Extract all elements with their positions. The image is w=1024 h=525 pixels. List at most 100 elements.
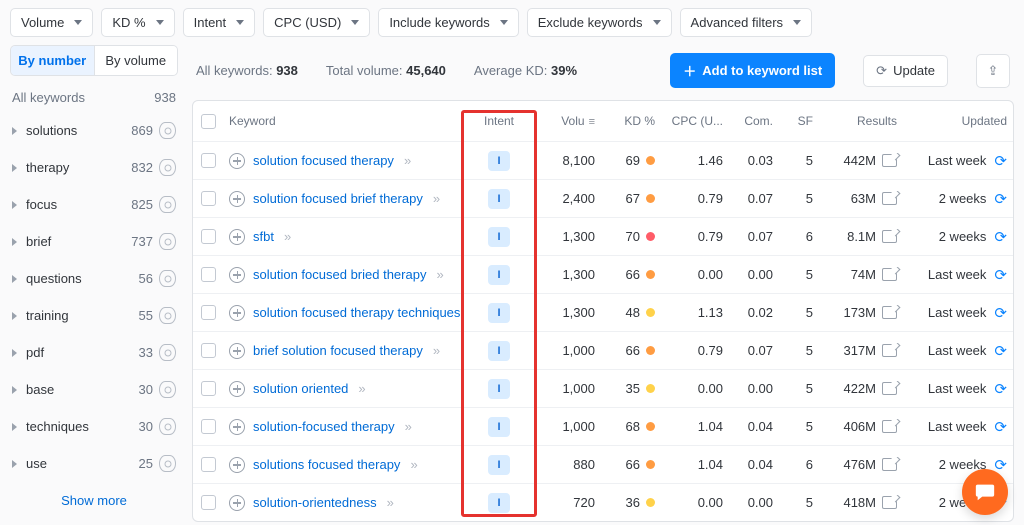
refresh-row-icon[interactable]: ⟳ <box>994 342 1007 360</box>
sidebar-group-base[interactable]: base30 <box>10 374 178 405</box>
intent-badge[interactable]: I <box>488 303 510 323</box>
filter-exclude-keywords[interactable]: Exclude keywords <box>527 8 672 37</box>
col-sf[interactable]: SF <box>779 114 819 128</box>
keyword-link[interactable]: solution-orientedness <box>253 495 377 510</box>
serp-icon[interactable] <box>882 458 897 471</box>
sidebar-group-brief[interactable]: brief737 <box>10 226 178 257</box>
intent-badge[interactable]: I <box>488 341 510 361</box>
sidebar-group-pdf[interactable]: pdf33 <box>10 337 178 368</box>
refresh-row-icon[interactable]: ⟳ <box>994 152 1007 170</box>
filter-volume[interactable]: Volume <box>10 8 93 37</box>
keyword-link[interactable]: solution focused therapy <box>253 153 394 168</box>
sidebar-group-solutions[interactable]: solutions869 <box>10 115 178 146</box>
open-icon[interactable]: » <box>404 153 408 168</box>
serp-icon[interactable] <box>882 230 897 243</box>
intent-badge[interactable]: I <box>488 493 510 513</box>
intent-badge[interactable]: I <box>488 417 510 437</box>
row-checkbox[interactable] <box>201 419 216 434</box>
select-all-checkbox[interactable] <box>201 114 216 129</box>
refresh-row-icon[interactable]: ⟳ <box>994 266 1007 284</box>
col-intent[interactable]: Intent <box>469 114 529 128</box>
eye-icon[interactable] <box>159 381 176 398</box>
eye-icon[interactable] <box>159 307 176 324</box>
open-icon[interactable]: » <box>284 229 288 244</box>
eye-icon[interactable] <box>159 270 176 287</box>
show-more-link[interactable]: Show more <box>10 479 178 508</box>
serp-icon[interactable] <box>882 192 897 205</box>
expand-icon[interactable] <box>229 381 245 397</box>
eye-icon[interactable] <box>159 455 176 472</box>
toggle-by-volume[interactable]: By volume <box>95 46 178 75</box>
open-icon[interactable]: » <box>433 191 437 206</box>
serp-icon[interactable] <box>882 382 897 395</box>
row-checkbox[interactable] <box>201 381 216 396</box>
intent-badge[interactable]: I <box>488 227 510 247</box>
eye-icon[interactable] <box>159 233 176 250</box>
expand-icon[interactable] <box>229 343 245 359</box>
open-icon[interactable]: » <box>410 457 414 472</box>
expand-icon[interactable] <box>229 305 245 321</box>
keyword-cell[interactable]: solution focused bried therapy» <box>223 267 469 283</box>
keyword-link[interactable]: solution focused brief therapy <box>253 191 423 206</box>
sidebar-group-techniques[interactable]: techniques30 <box>10 411 178 442</box>
expand-icon[interactable] <box>229 267 245 283</box>
expand-icon[interactable] <box>229 419 245 435</box>
open-icon[interactable]: » <box>433 343 437 358</box>
keyword-cell[interactable]: solution focused brief therapy » <box>223 191 469 207</box>
row-checkbox[interactable] <box>201 305 216 320</box>
row-checkbox[interactable] <box>201 191 216 206</box>
refresh-row-icon[interactable]: ⟳ <box>994 418 1007 436</box>
keyword-link[interactable]: solution oriented <box>253 381 348 396</box>
open-icon[interactable]: » <box>436 267 440 282</box>
update-button[interactable]: ⟳ Update <box>863 55 948 87</box>
filter-intent[interactable]: Intent <box>183 8 256 37</box>
keyword-link[interactable]: brief solution focused therapy <box>253 343 423 358</box>
serp-icon[interactable] <box>882 306 897 319</box>
refresh-row-icon[interactable]: ⟳ <box>994 228 1007 246</box>
row-checkbox[interactable] <box>201 153 216 168</box>
eye-icon[interactable] <box>159 344 176 361</box>
filter-cpc-usd-[interactable]: CPC (USD) <box>263 8 370 37</box>
keyword-cell[interactable]: solution-orientedness » <box>223 495 469 511</box>
serp-icon[interactable] <box>882 154 897 167</box>
refresh-row-icon[interactable]: ⟳ <box>994 456 1007 474</box>
chat-launcher[interactable] <box>962 469 1008 515</box>
add-to-keyword-list-button[interactable]: ＋ Add to keyword list <box>670 53 835 88</box>
sidebar-group-focus[interactable]: focus825 <box>10 189 178 220</box>
keyword-link[interactable]: solution-focused therapy <box>253 419 395 434</box>
serp-icon[interactable] <box>882 268 897 281</box>
serp-icon[interactable] <box>882 344 897 357</box>
row-checkbox[interactable] <box>201 343 216 358</box>
serp-icon[interactable] <box>882 420 897 433</box>
expand-icon[interactable] <box>229 153 245 169</box>
row-checkbox[interactable] <box>201 229 216 244</box>
intent-badge[interactable]: I <box>488 455 510 475</box>
col-kd[interactable]: KD % <box>601 114 661 128</box>
eye-icon[interactable] <box>159 159 176 176</box>
col-results[interactable]: Results <box>819 114 903 128</box>
eye-icon[interactable] <box>159 196 176 213</box>
open-icon[interactable]: » <box>387 495 391 510</box>
sidebar-group-training[interactable]: training55 <box>10 300 178 331</box>
col-com[interactable]: Com. <box>729 114 779 128</box>
sidebar-group-therapy[interactable]: therapy832 <box>10 152 178 183</box>
open-icon[interactable]: » <box>405 419 409 434</box>
toggle-by-number[interactable]: By number <box>11 46 95 75</box>
col-volume[interactable]: Volu≡ <box>529 114 601 128</box>
intent-badge[interactable]: I <box>488 151 510 171</box>
open-icon[interactable]: » <box>358 381 362 396</box>
keyword-cell[interactable]: solution-focused therapy » <box>223 419 469 435</box>
refresh-row-icon[interactable]: ⟳ <box>994 304 1007 322</box>
keyword-cell[interactable]: sfbt» <box>223 229 469 245</box>
sidebar-group-questions[interactable]: questions56 <box>10 263 178 294</box>
refresh-row-icon[interactable]: ⟳ <box>994 380 1007 398</box>
serp-icon[interactable] <box>882 496 897 509</box>
keyword-cell[interactable]: solution focused therapy » <box>223 153 469 169</box>
expand-icon[interactable] <box>229 229 245 245</box>
refresh-row-icon[interactable]: ⟳ <box>994 190 1007 208</box>
row-checkbox[interactable] <box>201 267 216 282</box>
keyword-cell[interactable]: solution focused therapy techniques» <box>223 305 469 321</box>
row-checkbox[interactable] <box>201 495 216 510</box>
intent-badge[interactable]: I <box>488 379 510 399</box>
expand-icon[interactable] <box>229 191 245 207</box>
